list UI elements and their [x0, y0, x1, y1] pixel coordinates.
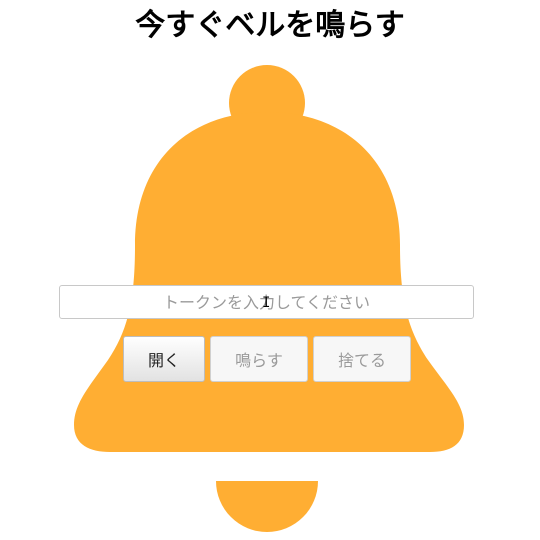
bell-body	[74, 112, 464, 452]
ring-button[interactable]: 鳴らす	[210, 336, 308, 382]
page-title: 今すぐベルを鳴らす	[135, 8, 405, 43]
discard-button[interactable]: 捨てる	[313, 336, 411, 382]
page: 今すぐベルを鳴らす I 開く 鳴らす 捨てる	[0, 0, 540, 540]
token-input[interactable]	[59, 285, 474, 319]
bell-clapper	[216, 481, 318, 532]
open-button[interactable]: 開く	[123, 336, 205, 382]
bell-icon	[74, 65, 464, 532]
